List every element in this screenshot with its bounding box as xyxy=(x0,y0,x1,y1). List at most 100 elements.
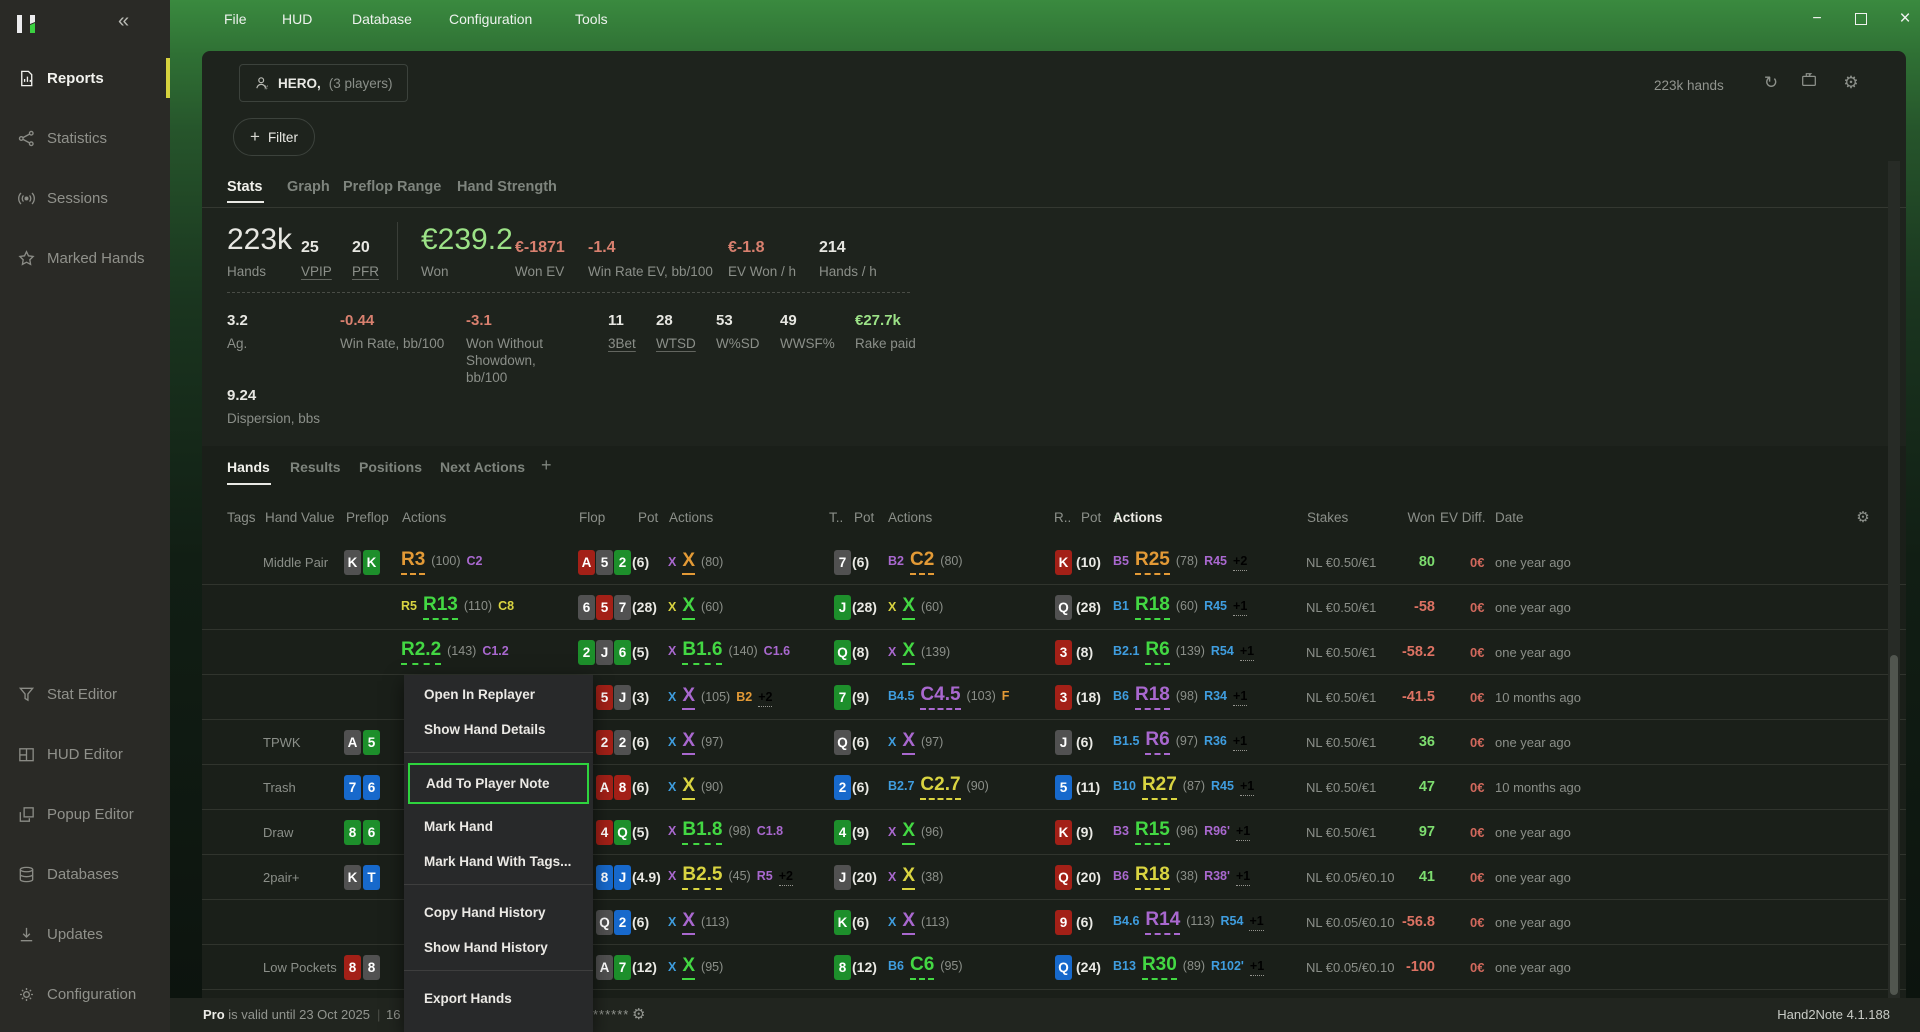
menubar-item-file[interactable]: File xyxy=(224,11,247,27)
stat-label[interactable]: VPIP xyxy=(301,263,332,280)
card: 8 xyxy=(614,775,631,800)
sidebar-item-stat-editor[interactable]: Stat Editor xyxy=(0,674,170,714)
cell-turn-pot: (20) xyxy=(852,855,877,899)
cell-turn-pot: (28) xyxy=(852,585,877,629)
player-icon: # xyxy=(254,75,270,91)
stat-label[interactable]: PFR xyxy=(352,263,379,280)
column-header-actions[interactable]: Actions xyxy=(402,496,446,540)
scrollbar-thumb[interactable] xyxy=(1890,655,1898,995)
menu-item-open-in-replayer[interactable]: Open In Replayer xyxy=(404,677,593,712)
cell-turn-actions: B4.5C4.5(103)F xyxy=(888,675,1009,719)
player-filter-chip[interactable]: # HERO, (3 players) xyxy=(239,64,408,102)
column-header-r[interactable]: R.. xyxy=(1054,496,1071,540)
menu-item-mark-hand-with-tags-[interactable]: Mark Hand With Tags... xyxy=(404,844,593,879)
sidebar-item-statistics[interactable]: Statistics xyxy=(0,118,170,158)
sidebar-item-updates[interactable]: Updates xyxy=(0,914,170,954)
maximize-button[interactable] xyxy=(1846,6,1876,32)
card: 8 xyxy=(834,955,851,980)
card: 3 xyxy=(1055,685,1072,710)
status-gear-icon[interactable]: ⚙ xyxy=(632,998,645,1032)
sidebar-item-popup-editor[interactable]: Popup Editor xyxy=(0,794,170,834)
action-token: R2.2 xyxy=(401,639,441,665)
sidebar-item-label: Marked Hands xyxy=(47,250,145,267)
card: 2 xyxy=(614,910,631,935)
table-row[interactable]: Middle PairKKR3(100)C2A52(6)XX(80)7(6)B2… xyxy=(202,540,1906,585)
action-sequence: R2.2(143)C1.2 xyxy=(401,639,509,665)
stat-label[interactable]: 3Bet xyxy=(608,335,636,352)
column-header-flop[interactable]: Flop xyxy=(579,496,605,540)
refresh-icon[interactable]: ↻ xyxy=(1758,73,1784,93)
cell-turn-actions: B6C6(95) xyxy=(888,945,963,989)
sidebar-item-marked-hands[interactable]: Marked Hands xyxy=(0,238,170,278)
menubar-item-hud[interactable]: HUD xyxy=(282,11,312,27)
action-token: R96' xyxy=(1204,824,1230,838)
table-row[interactable]: R2.2(143)C1.22J6(5)XB1.6(140)C1.6Q(8)XX(… xyxy=(202,630,1906,675)
column-header-actions[interactable]: Actions xyxy=(669,496,713,540)
hands-tab-hands[interactable]: Hands xyxy=(227,459,270,475)
column-header-actions[interactable]: Actions xyxy=(888,496,932,540)
menu-item-add-to-player-note[interactable]: Add To Player Note xyxy=(408,763,589,804)
column-header-stakes[interactable]: Stakes xyxy=(1307,496,1348,540)
column-header-pot[interactable]: Pot xyxy=(854,496,874,540)
sidebar-collapse-icon[interactable]: « xyxy=(118,10,129,33)
tab-hand-strength[interactable]: Hand Strength xyxy=(457,179,557,195)
cell-turn-pot: (9) xyxy=(852,675,869,719)
minimize-button[interactable]: − xyxy=(1802,6,1832,32)
cell-river-card: Q xyxy=(1055,945,1072,989)
menu-item-show-hand-history[interactable]: Show Hand History xyxy=(404,930,593,965)
card: Q xyxy=(834,640,851,665)
column-header-tags[interactable]: Tags xyxy=(227,496,256,540)
menubar-item-tools[interactable]: Tools xyxy=(575,11,608,27)
cell-turn-actions: B2.7C2.7(90) xyxy=(888,765,989,809)
cell-flop-actions: XB1.6(140)C1.6 xyxy=(668,630,790,674)
action-sequence: B13R30(89)R102'+1 xyxy=(1113,954,1264,980)
cell-turn-card: 8 xyxy=(834,945,851,989)
cell-river-card: 9 xyxy=(1055,900,1072,944)
menu-item-mark-hand[interactable]: Mark Hand xyxy=(404,809,593,844)
stat-label[interactable]: WTSD xyxy=(656,335,696,352)
tab-graph[interactable]: Graph xyxy=(287,179,330,195)
action-token: (78) xyxy=(1176,554,1198,568)
menubar-item-database[interactable]: Database xyxy=(352,11,412,27)
close-button[interactable]: × xyxy=(1890,6,1920,32)
settings-gear-icon[interactable]: ⚙ xyxy=(1838,73,1864,93)
stat-label: Rake paid xyxy=(855,335,916,352)
column-header-t[interactable]: T.. xyxy=(829,496,843,540)
hands-tab-next-actions[interactable]: Next Actions xyxy=(440,459,525,475)
menu-item-export-hands[interactable]: Export Hands xyxy=(404,981,593,1016)
tab-stats[interactable]: Stats xyxy=(227,179,262,195)
hands-tab-results[interactable]: Results xyxy=(290,459,341,475)
hands-tab-positions[interactable]: Positions xyxy=(359,459,422,475)
vertical-scrollbar[interactable] xyxy=(1888,161,1900,998)
card: 8 xyxy=(344,955,361,980)
column-header-won[interactable]: Won xyxy=(1352,496,1435,540)
sidebar-item-sessions[interactable]: Sessions xyxy=(0,178,170,218)
sidebar-item-databases[interactable]: Databases xyxy=(0,854,170,894)
cell-hand-value xyxy=(263,675,343,719)
add-tab-icon[interactable]: + xyxy=(541,455,552,476)
replayer-window-icon[interactable] xyxy=(1796,71,1822,94)
cell-turn-actions: XX(38) xyxy=(888,855,943,899)
table-settings-gear-icon[interactable]: ⚙ xyxy=(1848,496,1878,540)
sidebar-item-reports[interactable]: Reports xyxy=(0,58,170,98)
sidebar-item-label: Stat Editor xyxy=(47,686,117,703)
action-token: C2 xyxy=(466,554,482,568)
action-token: F xyxy=(1002,689,1010,703)
column-header-preflop[interactable]: Preflop xyxy=(346,496,389,540)
tab-preflop-range[interactable]: Preflop Range xyxy=(343,179,441,195)
menu-item-show-hand-details[interactable]: Show Hand Details xyxy=(404,712,593,747)
sidebar-item-hud-editor[interactable]: HUD Editor xyxy=(0,734,170,774)
action-token: R45 xyxy=(1211,779,1234,793)
menubar-item-configuration[interactable]: Configuration xyxy=(449,11,532,27)
statistics-icon xyxy=(17,129,36,148)
column-header-pot[interactable]: Pot xyxy=(638,496,658,540)
column-header-date[interactable]: Date xyxy=(1495,496,1524,540)
filter-button[interactable]: + Filter xyxy=(233,118,315,156)
menu-item-copy-hand-history[interactable]: Copy Hand History xyxy=(404,895,593,930)
table-row[interactable]: R5R13(110)C8657(28)XX(60)J(28)XX(60)Q(28… xyxy=(202,585,1906,630)
sidebar-item-configuration[interactable]: Configuration xyxy=(0,974,170,1014)
column-header-pot[interactable]: Pot xyxy=(1081,496,1101,540)
app-version: Hand2Note 4.1.188 xyxy=(1777,998,1890,1032)
column-header-evdiff[interactable]: EV Diff. xyxy=(1440,496,1486,540)
column-header-handvalue[interactable]: Hand Value xyxy=(265,496,335,540)
